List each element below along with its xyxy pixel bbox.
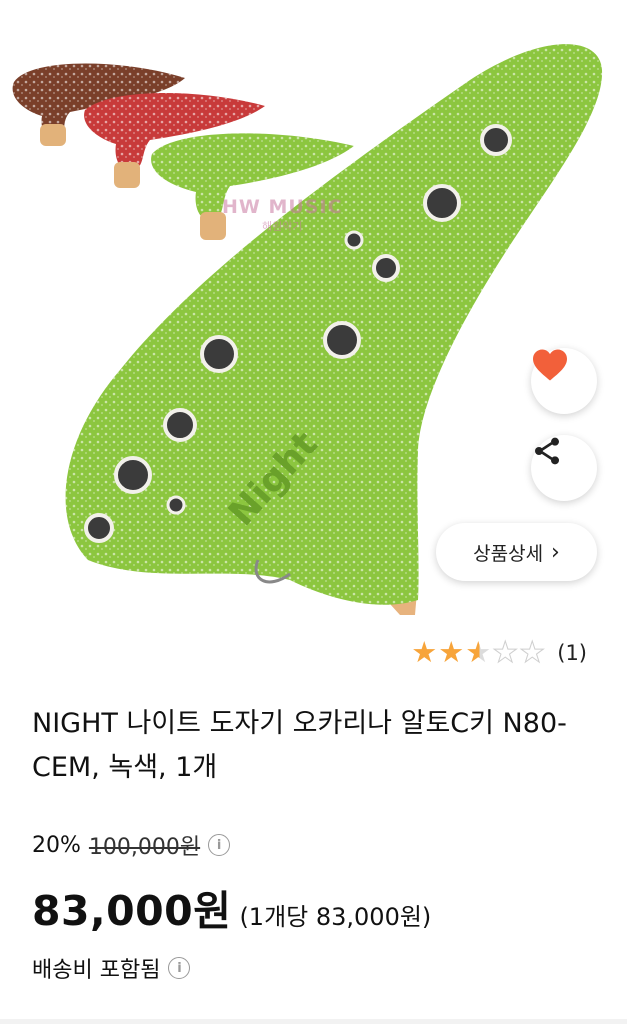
shipping-label: 배송비 포함됨 (32, 958, 161, 983)
unit-price: (1개당 83,000원) (239, 903, 432, 931)
product-image[interactable]: Night HW MUSIC 해원악기 상품상세 › (0, 0, 627, 615)
product-title: NIGHT 나이트 도자기 오카리나 알토C키 N80-CEM, 녹색, 1개 (32, 708, 567, 783)
section-divider (0, 1019, 627, 1024)
favorite-button[interactable] (531, 348, 597, 414)
chevron-right-icon: › (551, 539, 560, 565)
brand-watermark: HW MUSIC (222, 196, 343, 218)
sale-price: 83,000원 (32, 887, 232, 935)
rating-summary[interactable]: ★ ★ ★ ★ ★ (1) (411, 635, 587, 669)
original-price: 100,000원 (88, 835, 201, 860)
star-icon: ★ (438, 635, 465, 669)
brand-watermark-sub: 해원악기 (262, 220, 303, 233)
discount-rate: 20% (32, 832, 81, 858)
star-icon: ★ (411, 635, 438, 669)
info-icon[interactable]: i (208, 834, 231, 856)
heart-icon (533, 349, 567, 381)
star-empty-icon: ★ (519, 635, 546, 669)
star-rating: ★ ★ ★ ★ ★ (411, 635, 546, 669)
sale-price-row: 83,000원 (1개당 83,000원) (32, 877, 431, 937)
star-half-icon: ★ (465, 635, 492, 669)
shipping-row: 배송비 포함됨 i (32, 952, 191, 984)
star-empty-icon: ★ (492, 635, 519, 669)
product-detail-button[interactable]: 상품상세 › (436, 523, 597, 581)
original-price-row: 20% 100,000원 i (32, 829, 231, 861)
product-detail-label: 상품상세 (473, 542, 544, 565)
review-count[interactable]: (1) (557, 641, 587, 665)
share-icon (535, 437, 559, 465)
share-button[interactable] (531, 435, 597, 501)
info-icon[interactable]: i (168, 957, 191, 979)
